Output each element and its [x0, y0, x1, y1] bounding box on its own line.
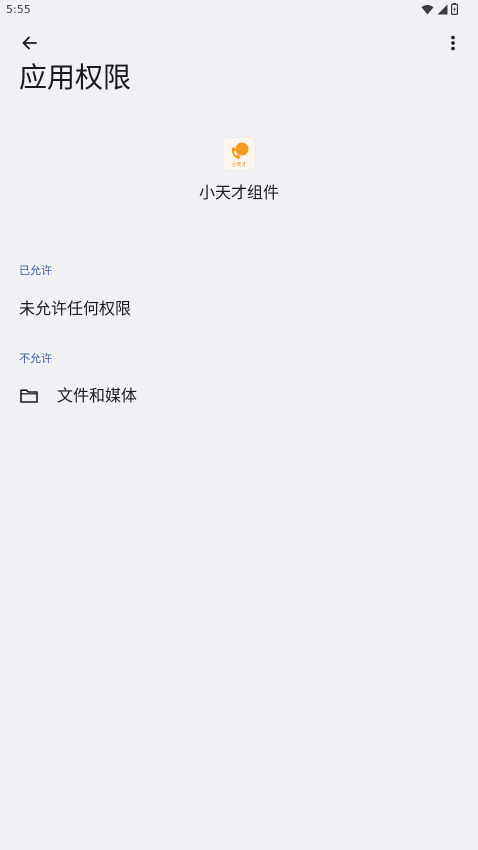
signal-icon: [437, 4, 448, 15]
no-permissions-text: 未允许任何权限: [19, 299, 132, 318]
folder-icon: [19, 386, 39, 406]
back-button[interactable]: [14, 30, 44, 60]
not-allowed-section-header: 不允许: [19, 352, 52, 365]
app-icon-text: 小天才: [231, 161, 246, 168]
wifi-icon: [421, 4, 434, 15]
permission-label-files-media: 文件和媒体: [57, 386, 138, 405]
app-permissions-screen: 5:55 应用权限 小天才 小天才组件 已允许 未允许任何权限 不允许 文件和媒…: [0, 0, 478, 850]
status-time: 5:55: [6, 3, 31, 16]
more-vert-icon: [450, 35, 456, 55]
app-header: 小天才 小天才组件: [0, 138, 478, 204]
battery-icon: [451, 3, 458, 15]
status-bar: 5:55: [0, 0, 478, 20]
status-icons: [421, 3, 458, 15]
app-icon: 小天才: [223, 138, 255, 170]
more-options-button[interactable]: [438, 30, 468, 60]
page-title: 应用权限: [19, 61, 132, 94]
app-name: 小天才组件: [198, 183, 279, 202]
arrow-back-icon: [21, 35, 37, 55]
allowed-section-header: 已允许: [19, 264, 52, 277]
permission-item-files-media[interactable]: 文件和媒体: [0, 376, 478, 416]
